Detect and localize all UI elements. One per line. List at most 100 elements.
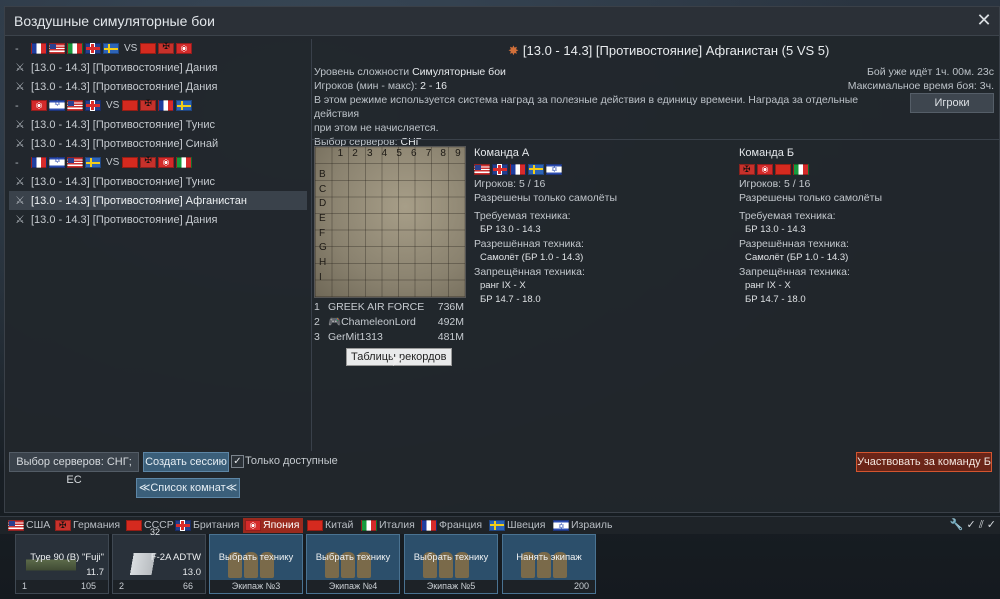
nation-label: Израиль [571, 519, 613, 531]
vehicle-name: Type 90 (B) "Fuji" [30, 552, 104, 563]
session-item[interactable]: ⚔ [13.0 - 14.3] [Противостояние] Тунис [9, 115, 307, 134]
record-row: 2 🎮ChameleonLord 492M [314, 314, 464, 329]
session-label: [13.0 - 14.3] [Противостояние] Тунис [31, 175, 215, 188]
tab-nation-de[interactable]: Германия [55, 518, 120, 533]
team-b-panel: Команда Б Игроков: 5 / 16 Разрешены только… [739, 146, 882, 307]
flag-cn-icon [122, 100, 139, 111]
vs-label: VS [106, 157, 120, 168]
mission-map[interactable]: 123456789 BCDEFGHI [314, 146, 466, 298]
session-label: [13.0 - 14.3] [Противостояние] Дания [31, 61, 218, 74]
session-group-header: - VS [9, 153, 307, 172]
flag-us-icon [67, 100, 83, 111]
map-row-label: B [319, 169, 326, 180]
record-name: GerMit1313 [328, 330, 383, 343]
flag-se-icon [176, 100, 193, 111]
flag-de-icon [140, 155, 157, 168]
vehicle-slot[interactable]: Type 90 (B) "Fuji" 11.7 1 105 [15, 534, 109, 594]
flag-us-icon [8, 519, 24, 531]
allowed-label: Разрешённая техника: [474, 238, 584, 250]
session-item[interactable]: ⚔ [13.0 - 14.3] [Противостояние] Дания [9, 77, 307, 96]
empty-crew-slot[interactable]: Выбрать технику Экипаж №5 [404, 534, 498, 594]
slot-footer: 1 105 [16, 580, 108, 593]
flag-cn-icon [307, 519, 323, 531]
join-team-b-button[interactable]: Участвовать за команду Б [856, 452, 992, 472]
check-icon[interactable]: ✓ [967, 519, 976, 531]
team-players: Игроков: 5 / 16 [739, 178, 811, 190]
session-label: [13.0 - 14.3] [Противостояние] Синай [31, 137, 219, 150]
session-list: - VS ⚔ [13.0 - 14.3] [Противостояние] Дания… [9, 39, 307, 451]
forbidden-item: ранг IX - X [480, 280, 526, 291]
close-button[interactable]: ✕ [975, 11, 993, 29]
tab-nation-fr[interactable]: Франция [421, 518, 482, 533]
crossed-swords-icon: ⚔ [15, 138, 25, 150]
slotbar-tools: 🔧 ✓ ⫽ ✓ [950, 518, 996, 532]
session-item[interactable]: ⚔ [13.0 - 14.3] [Противостояние] Синай [9, 134, 307, 153]
flag-fr-icon [421, 519, 437, 531]
session-item[interactable]: ⚔ [13.0 - 14.3] [Противостояние] Афганист… [9, 191, 307, 210]
tab-nation-it[interactable]: Италия [361, 518, 415, 533]
team-flags [474, 162, 617, 177]
flag-jp-icon [31, 100, 47, 111]
tab-nation-us[interactable]: США [8, 518, 50, 533]
room-list-button[interactable]: ≪Список комнат≪ [136, 478, 240, 498]
reward-text-2: при этом не начисляется. [314, 122, 439, 134]
map-row-label: I [319, 271, 322, 283]
only-available-checkbox[interactable]: ✓ [231, 455, 244, 468]
record-score: 736M [437, 300, 464, 313]
server-select-button[interactable]: Выбор серверов: СНГ; ЕС [9, 452, 139, 486]
check-icon[interactable]: ✓ [987, 519, 996, 531]
tab-nation-jp[interactable]: Япония [243, 518, 304, 533]
vs-label: VS [124, 43, 138, 54]
title-bar: Воздушные симуляторные бои [5, 7, 999, 36]
empty-crew-slot[interactable]: Выбрать технику Экипаж №3 [209, 534, 303, 594]
team-restriction: Разрешены только самолёты [739, 192, 883, 204]
nation-label: США [26, 519, 51, 531]
dash-icon: - [15, 42, 19, 55]
hire-crew-slot[interactable]: Нанять экипаж 200 [502, 534, 596, 594]
difficulty-label: Уровень сложности [314, 66, 410, 78]
tab-nation-cn[interactable]: Китай [307, 518, 353, 533]
flag-jp-icon [176, 43, 193, 54]
forbidden-item: БР 14.7 - 18.0 [745, 294, 806, 305]
record-score: 481M [437, 330, 464, 343]
vehicle-slot[interactable]: F-2A ADTW 13.0 2 66 32 [112, 527, 206, 594]
forbidden-label: Запрещённая техника: [739, 266, 850, 278]
flag-de-icon [739, 162, 755, 176]
slot-footer: Экипаж №5 [405, 580, 497, 593]
players-button[interactable]: Игроки [910, 93, 994, 113]
flag-il-icon [49, 99, 65, 111]
presets-icon[interactable]: ⫽ [979, 519, 984, 531]
wrench-icon[interactable]: 🔧 [950, 519, 964, 531]
vs-label: VS [106, 100, 120, 111]
nation-label: Китай [325, 519, 354, 531]
choose-vehicle-label: Выбрать технику [315, 552, 391, 563]
nation-label: Швеция [507, 519, 546, 531]
vehicle-count: 105 [80, 581, 96, 591]
flag-se-icon [85, 157, 101, 168]
map-row-label: H [319, 257, 327, 269]
flag-uk-icon [85, 100, 101, 111]
map-row-label: F [319, 227, 326, 239]
allowed-item: Самолёт (БР 1.0 - 14.3) [480, 252, 584, 263]
max-time: Максимальное время боя: 3ч. [847, 80, 994, 92]
tab-nation-il[interactable]: Израиль [553, 518, 613, 534]
map-col-label: 3 [366, 148, 373, 159]
session-item[interactable]: ⚔ [13.0 - 14.3] [Противостояние] Дания [9, 58, 307, 77]
session-item[interactable]: ⚔ [13.0 - 14.3] [Противостояние] Дания [9, 210, 307, 229]
record-rank: 2 [314, 315, 320, 328]
crossed-swords-icon: ⚔ [15, 81, 25, 93]
tab-nation-uk[interactable]: Британия [175, 518, 239, 533]
empty-crew-slot[interactable]: Выбрать технику Экипаж №4 [306, 534, 400, 594]
difficulty-value: Симуляторные бои [412, 66, 506, 78]
nation-label: Германия [73, 519, 121, 531]
choose-vehicle-label: Выбрать технику [413, 552, 489, 563]
tab-nation-se[interactable]: Швеция [489, 518, 546, 533]
nation-label: Британия [193, 519, 240, 531]
battle-timers: Бой уже идёт 1ч. 00м. 23с Максимальное в… [848, 65, 994, 93]
map-col-label: 6 [411, 148, 417, 159]
session-label: [13.0 - 14.3] [Противостояние] Тунис [31, 118, 215, 131]
map-row-labels: BCDEFGHI [319, 169, 327, 287]
divider [312, 139, 1000, 140]
session-item[interactable]: ⚔ [13.0 - 14.3] [Противостояние] Тунис [9, 172, 307, 191]
create-session-button[interactable]: Создать сессию [143, 452, 229, 472]
